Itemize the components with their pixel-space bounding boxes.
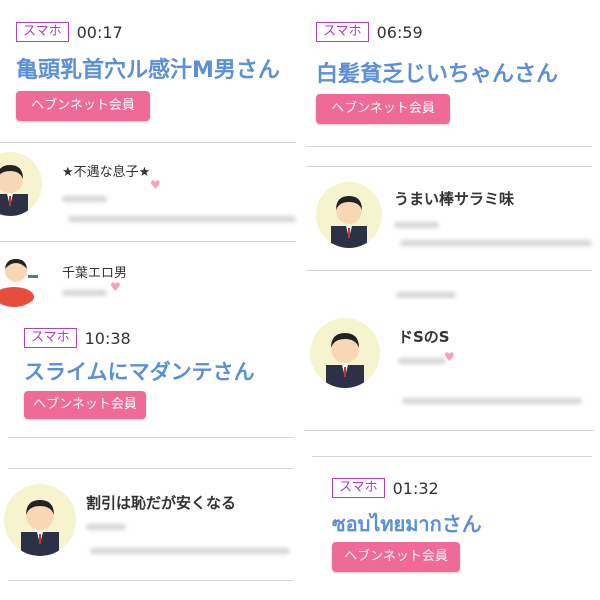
user-name[interactable]: スライムにマダンテさん [24,356,255,386]
person-icon [21,500,59,556]
post-time: 00:17 [76,22,123,42]
post-time: 06:59 [376,22,423,42]
panel-top-right: スマホ 06:59 白髪貧乏じいちゃんさん ヘブンネット会員 うまい棒サラミ味 [306,0,600,300]
divider [306,270,592,271]
comment-title[interactable]: ドSのS [398,326,450,347]
user-name[interactable]: 亀頭乳首穴ル感汁M男さん [16,52,280,84]
avatar[interactable] [0,152,42,216]
blurred-text [398,358,446,364]
comment-title[interactable]: 割引は恥だが安くなる [86,492,236,513]
blurred-text [396,292,456,298]
member-button[interactable]: ヘブンネット会員 [332,542,460,572]
post-time: 01:32 [392,478,439,498]
blurred-text [394,222,439,228]
blurred-text [86,524,126,530]
divider [0,142,296,143]
device-tag: スマホ [24,328,77,348]
avatar[interactable] [0,247,44,307]
person-icon [331,196,367,248]
card-header: スマホ 06:59 [316,22,423,42]
member-button[interactable]: ヘブンネット会員 [24,391,146,419]
blurred-text [68,216,296,222]
user-name[interactable]: 白髪貧乏じいちゃんさん [316,56,558,88]
avatar[interactable] [4,484,76,556]
divider [8,580,294,581]
panel-bottom-left: スマホ 10:38 スライムにマダンテさん ヘブンネット会員 割引は恥だが安くな… [0,312,302,600]
card-header: スマホ 10:38 [24,328,131,348]
divider [8,468,294,469]
avatar[interactable] [316,182,382,248]
person-icon [326,333,364,388]
divider [306,146,592,147]
panel-top-left: スマホ 00:17 亀頭乳首穴ル感汁M男さん ヘブンネット会員 ★不遇な息子★ … [0,0,300,312]
blurred-text [402,398,582,404]
blurred-text [62,290,107,296]
avatar[interactable] [310,318,380,388]
blurred-text [90,548,290,554]
divider [312,456,592,457]
divider [306,166,592,167]
heart-icon: ♥ [444,350,455,364]
panel-middle-right: ドSのS ♥ [304,300,600,440]
divider [304,430,594,431]
divider [8,437,294,438]
card-header: スマホ 00:17 [16,22,123,42]
person-icon [0,259,38,307]
comment-title[interactable]: うまい棒サラミ味 [394,188,514,209]
blurred-text [400,240,592,246]
comment-title[interactable]: ★不遇な息子★ [62,161,150,180]
card-header: スマホ 01:32 [332,478,439,498]
device-tag: スマホ [16,22,69,42]
heart-icon: ♥ [150,178,161,192]
member-button[interactable]: ヘブンネット会員 [16,91,150,121]
member-button[interactable]: ヘブンネット会員 [316,94,450,124]
user-name[interactable]: ซอบไทยมากさん [332,508,482,540]
divider [0,241,296,242]
post-time: 10:38 [84,328,131,348]
panel-bottom-right: スマホ 01:32 ซอบไทยมากさん ヘブンネット会員 [312,446,600,600]
blurred-text [62,196,107,202]
person-icon [0,165,28,216]
heart-icon: ♥ [110,280,121,294]
comment-title[interactable]: 千葉エロ男 [62,262,127,281]
device-tag: スマホ [332,478,385,498]
device-tag: スマホ [316,22,369,42]
